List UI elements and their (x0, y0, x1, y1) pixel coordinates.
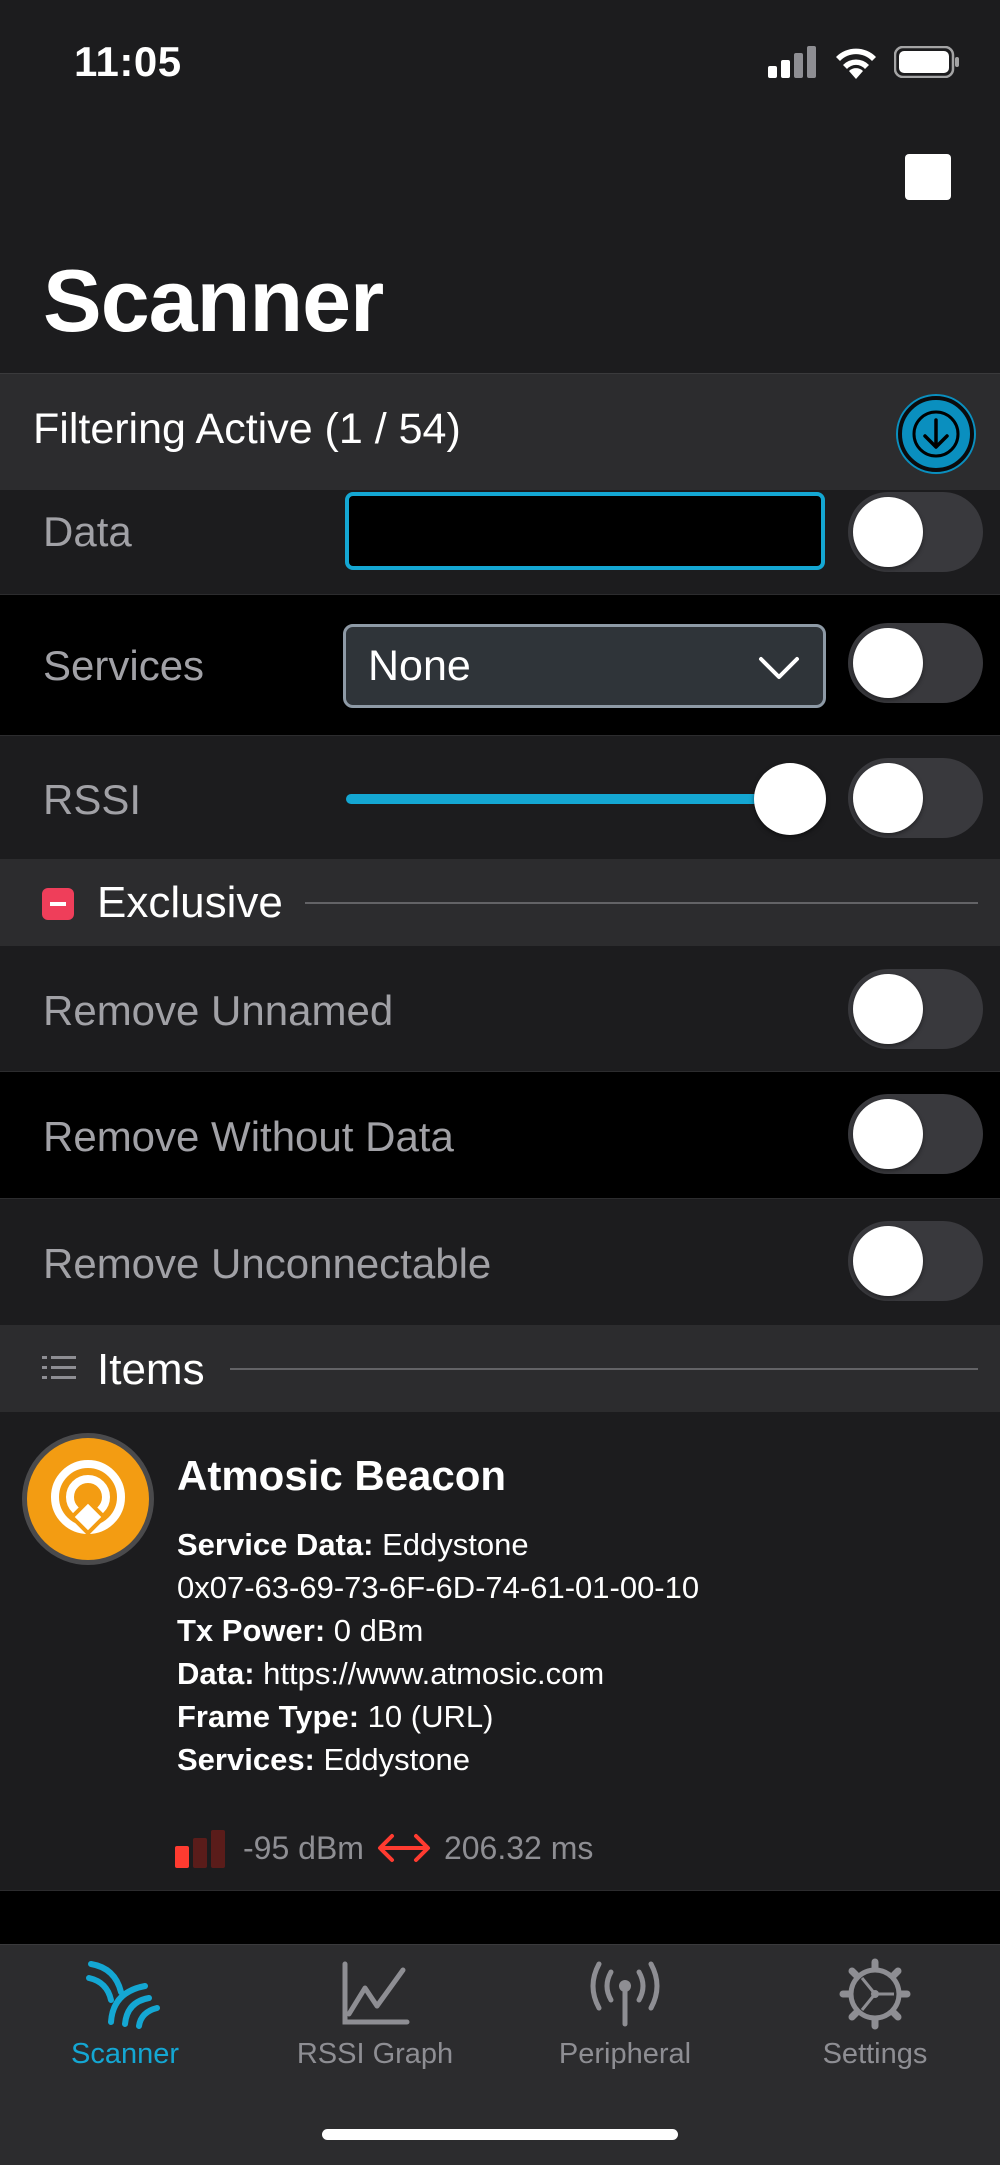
tab-label: Scanner (70, 2038, 179, 2070)
toggle-knob (853, 763, 923, 833)
data-filter-toggle[interactable] (848, 492, 983, 572)
beacon-avatar (22, 1433, 154, 1565)
chevron-down-icon (759, 657, 799, 679)
remove-without-data-label: Remove Without Data (43, 1113, 454, 1160)
rssi-value: -95 dBm (243, 1829, 364, 1866)
gear-icon (839, 1958, 911, 2030)
interval-arrows-icon (377, 1834, 430, 1862)
status-icons (768, 42, 960, 82)
data-url-line: Data: https://www.atmosic.com (177, 1656, 605, 1691)
toggle-knob (853, 1226, 923, 1296)
antenna-icon (590, 1961, 660, 2027)
toggle-knob (853, 628, 923, 698)
scanner-icon (86, 1961, 160, 2029)
tab-rssi-graph[interactable]: RSSI Graph (250, 1958, 500, 2071)
frame-type-line: Frame Type: 10 (URL) (177, 1699, 494, 1734)
signal-icon (768, 46, 816, 78)
toggle-knob (853, 974, 923, 1044)
data-filter-label: Data (43, 508, 132, 555)
divider (0, 1890, 1000, 1891)
rssi-filter-label: RSSI (43, 776, 142, 823)
device-details: Service Data: Eddystone 0x07-63-69-73-6F… (177, 1523, 699, 1781)
tab-peripheral[interactable]: Peripheral (500, 1958, 750, 2071)
services-select[interactable]: None (343, 624, 826, 708)
data-filter-input[interactable] (345, 492, 825, 570)
beacon-icon (51, 1460, 125, 1536)
tab-label: RSSI Graph (296, 2038, 454, 2070)
tab-label: Peripheral (558, 2038, 692, 2070)
signal-strength-icon (175, 1830, 225, 1868)
items-section-title: Items (97, 1345, 205, 1394)
stop-scan-button[interactable] (905, 154, 951, 200)
tab-settings[interactable]: Settings (750, 1958, 1000, 2071)
raw-data-line: 0x07-63-69-73-6F-6D-74-61-01-00-10 (177, 1570, 700, 1605)
remove-unconnectable-label: Remove Unconnectable (43, 1240, 492, 1287)
toggle-knob (853, 497, 923, 567)
device-signal-row: -95 dBm 206.32 ms (175, 1826, 593, 1870)
arrow-down-icon (912, 410, 960, 458)
tx-power-line: Tx Power: 0 dBm (177, 1613, 424, 1648)
tab-scanner[interactable]: Scanner (0, 1958, 250, 2071)
minus-icon[interactable] (42, 888, 74, 920)
section-divider (305, 902, 978, 904)
rssi-slider-thumb[interactable] (754, 763, 826, 835)
service-data-line: Service Data: Eddystone (177, 1527, 529, 1562)
home-indicator[interactable] (322, 2129, 678, 2140)
exclusive-section-title: Exclusive (97, 878, 283, 927)
page-title: Scanner (43, 251, 384, 350)
remove-unconnectable-toggle[interactable] (848, 1221, 983, 1301)
remove-without-data-toggle[interactable] (848, 1094, 983, 1174)
filter-status: Filtering Active (1 / 54) (33, 405, 461, 453)
battery-icon (894, 46, 959, 78)
services-selected-value: None (368, 641, 471, 690)
rssi-filter-toggle[interactable] (848, 758, 983, 838)
toggle-knob (853, 1099, 923, 1169)
collapse-filter-button[interactable] (898, 396, 974, 472)
remove-unnamed-toggle[interactable] (848, 969, 983, 1049)
list-icon (42, 1356, 76, 1379)
device-name: Atmosic Beacon (177, 1452, 507, 1499)
remove-unnamed-label: Remove Unnamed (43, 987, 394, 1034)
advertising-interval: 206.32 ms (443, 1829, 594, 1866)
services-filter-label: Services (43, 642, 205, 689)
services-filter-toggle[interactable] (848, 623, 983, 703)
status-time: 11:05 (74, 38, 182, 85)
services-line: Services: Eddystone (177, 1742, 471, 1777)
section-divider (230, 1368, 978, 1370)
graph-icon (342, 1961, 410, 2025)
rssi-slider-track[interactable] (346, 794, 791, 804)
tab-label: Settings (822, 2038, 928, 2070)
wifi-icon (836, 48, 876, 79)
